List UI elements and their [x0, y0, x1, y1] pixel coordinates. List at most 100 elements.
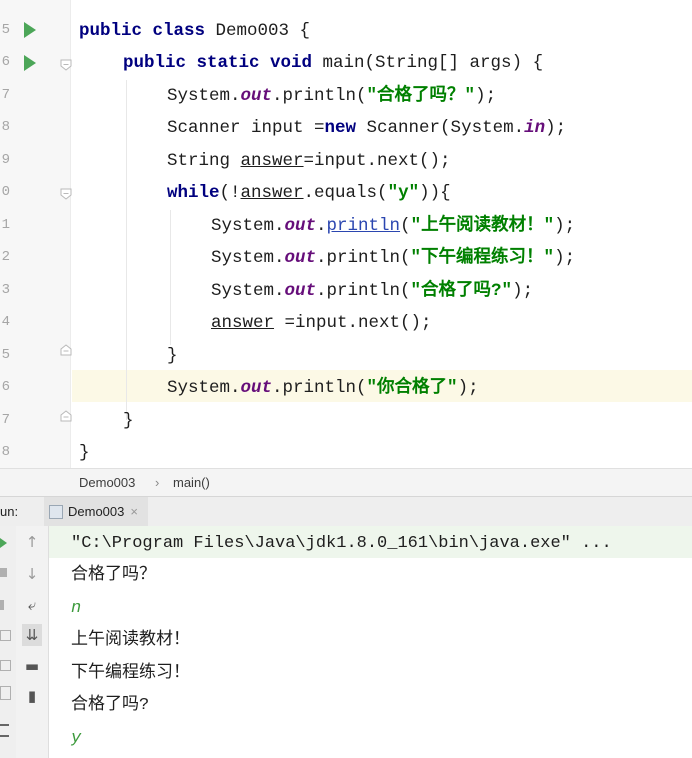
- code-line-16[interactable]: System.out.println("你合格了");: [167, 372, 479, 404]
- code-editor[interactable]: 4 5 6 7 8 9 0 1 2 3 4 5 6 7 8 public cla…: [0, 0, 692, 468]
- pin-icon[interactable]: [0, 724, 9, 737]
- breadcrumb-method[interactable]: main(): [173, 475, 210, 490]
- keyword: new: [324, 118, 357, 138]
- line-number: 8: [1, 119, 10, 135]
- fold-collapse-icon[interactable]: [60, 188, 72, 200]
- keyword: public static void: [123, 53, 313, 73]
- fold-end-icon[interactable]: [60, 344, 72, 356]
- console-line: 下午编程练习！: [71, 664, 190, 683]
- fold-collapse-icon[interactable]: [60, 59, 72, 71]
- line-number: 6: [1, 379, 10, 395]
- code-text: );: [554, 248, 576, 268]
- line-number: 7: [1, 87, 10, 103]
- code-text: .: [316, 216, 327, 236]
- code-text: .println(: [316, 248, 411, 268]
- run-class-icon[interactable]: [24, 22, 36, 38]
- code-text: )){: [419, 183, 451, 203]
- console-line: 上午阅读教材！: [71, 631, 190, 650]
- code-text: Demo003 {: [205, 21, 311, 41]
- line-number: 8: [1, 444, 10, 460]
- code-text: (: [400, 216, 411, 236]
- code-text: .equals(: [303, 183, 388, 203]
- code-line-7[interactable]: System.out.println("合格了吗？");: [167, 80, 496, 112]
- pause-icon[interactable]: [0, 600, 4, 610]
- code-text: System.: [211, 216, 285, 236]
- static-field: out: [284, 216, 317, 236]
- stop-icon[interactable]: [0, 568, 7, 577]
- string-literal: "你合格了": [366, 378, 458, 398]
- rerun-icon[interactable]: [0, 538, 7, 548]
- breadcrumb: Demo003 › main(): [0, 468, 692, 497]
- breadcrumb-class[interactable]: Demo003: [79, 475, 135, 490]
- trash-icon[interactable]: ▮: [22, 685, 42, 707]
- left-tool-strip: [0, 526, 16, 758]
- run-label: un:: [0, 504, 19, 519]
- console-toolbar: ↑ ↓ ⤶ ⇊ ▬ ▮: [16, 526, 49, 758]
- console-input: y: [71, 729, 82, 748]
- code-text: System.: [167, 378, 241, 398]
- code-line-main-decl[interactable]: public static void main(String[] args) {: [123, 47, 543, 79]
- code-line-18[interactable]: }: [79, 437, 90, 468]
- keyword: public class: [79, 21, 206, 41]
- breadcrumb-separator: ›: [155, 475, 160, 490]
- code-text: Scanner input =: [167, 118, 325, 138]
- console-line: 合格了吗?: [71, 696, 150, 715]
- code-text: main(String[] args) {: [312, 53, 544, 73]
- print-icon[interactable]: ▬: [22, 655, 42, 677]
- code-line-9[interactable]: String answer=input.next();: [167, 145, 451, 177]
- code-text: .println(: [272, 86, 367, 106]
- static-field: out: [284, 248, 317, 268]
- code-text: (!: [219, 183, 241, 203]
- console-line: 合格了吗？: [71, 566, 156, 585]
- run-main-icon[interactable]: [24, 55, 36, 71]
- string-literal: "上午阅读教材！": [410, 216, 555, 236]
- code-text: =input.next();: [274, 313, 432, 333]
- method-link[interactable]: println: [327, 216, 401, 236]
- code-line-15[interactable]: }: [167, 340, 178, 372]
- settings-icon[interactable]: [0, 660, 11, 671]
- run-tab-label: Demo003: [68, 504, 125, 519]
- run-toolbar: un: Demo003 ×: [0, 496, 692, 527]
- string-literal: "合格了吗?": [410, 281, 513, 301]
- line-number: 6: [1, 54, 10, 70]
- static-field: out: [240, 378, 273, 398]
- code-line-class-decl[interactable]: public class Demo003 {: [79, 15, 310, 47]
- console-tab-icon: [49, 505, 63, 519]
- code-text: .println(: [272, 378, 367, 398]
- line-number: 4: [0, 0, 10, 2]
- code-line-13[interactable]: System.out.println("合格了吗?");: [211, 275, 533, 307]
- line-number: 7: [1, 412, 10, 428]
- code-line-17[interactable]: }: [123, 405, 134, 437]
- down-arrow-icon[interactable]: ↓: [22, 563, 42, 585]
- static-field: in: [524, 118, 546, 138]
- close-tab-icon[interactable]: ×: [130, 504, 138, 519]
- up-arrow-icon[interactable]: ↑: [22, 531, 42, 553]
- code-text: );: [512, 281, 534, 301]
- line-number: 0: [1, 184, 10, 200]
- scroll-to-end-icon[interactable]: ⇊: [22, 624, 42, 646]
- indent-guide: [126, 80, 127, 420]
- soft-wrap-icon[interactable]: ⤶: [22, 594, 42, 616]
- fold-end-icon[interactable]: [60, 410, 72, 422]
- code-text: System.: [211, 281, 285, 301]
- static-field: out: [284, 281, 317, 301]
- code-line-10[interactable]: while(!answer.equals("y")){: [167, 177, 451, 209]
- layout-icon[interactable]: [0, 686, 11, 700]
- line-number: 3: [1, 282, 10, 298]
- line-number: 9: [1, 152, 10, 168]
- variable: answer: [240, 183, 304, 203]
- code-text: =input.next();: [303, 151, 451, 171]
- code-text: );: [475, 86, 497, 106]
- code-text: );: [457, 378, 479, 398]
- console-output[interactable]: "C:\Program Files\Java\jdk1.8.0_161\bin\…: [49, 526, 692, 758]
- code-line-8[interactable]: Scanner input =new Scanner(System.in);: [167, 112, 566, 144]
- string-literal: "下午编程练习！": [410, 248, 555, 268]
- code-line-12[interactable]: System.out.println("下午编程练习！");: [211, 242, 575, 274]
- camera-icon[interactable]: [0, 630, 11, 641]
- line-number: 1: [1, 217, 10, 233]
- console-command-line: "C:\Program Files\Java\jdk1.8.0_161\bin\…: [71, 534, 612, 553]
- code-line-14[interactable]: answer =input.next();: [211, 307, 432, 339]
- run-tab-demo003[interactable]: Demo003 ×: [44, 497, 148, 526]
- code-line-11[interactable]: System.out.println("上午阅读教材！");: [211, 210, 575, 242]
- keyword: while: [167, 183, 220, 203]
